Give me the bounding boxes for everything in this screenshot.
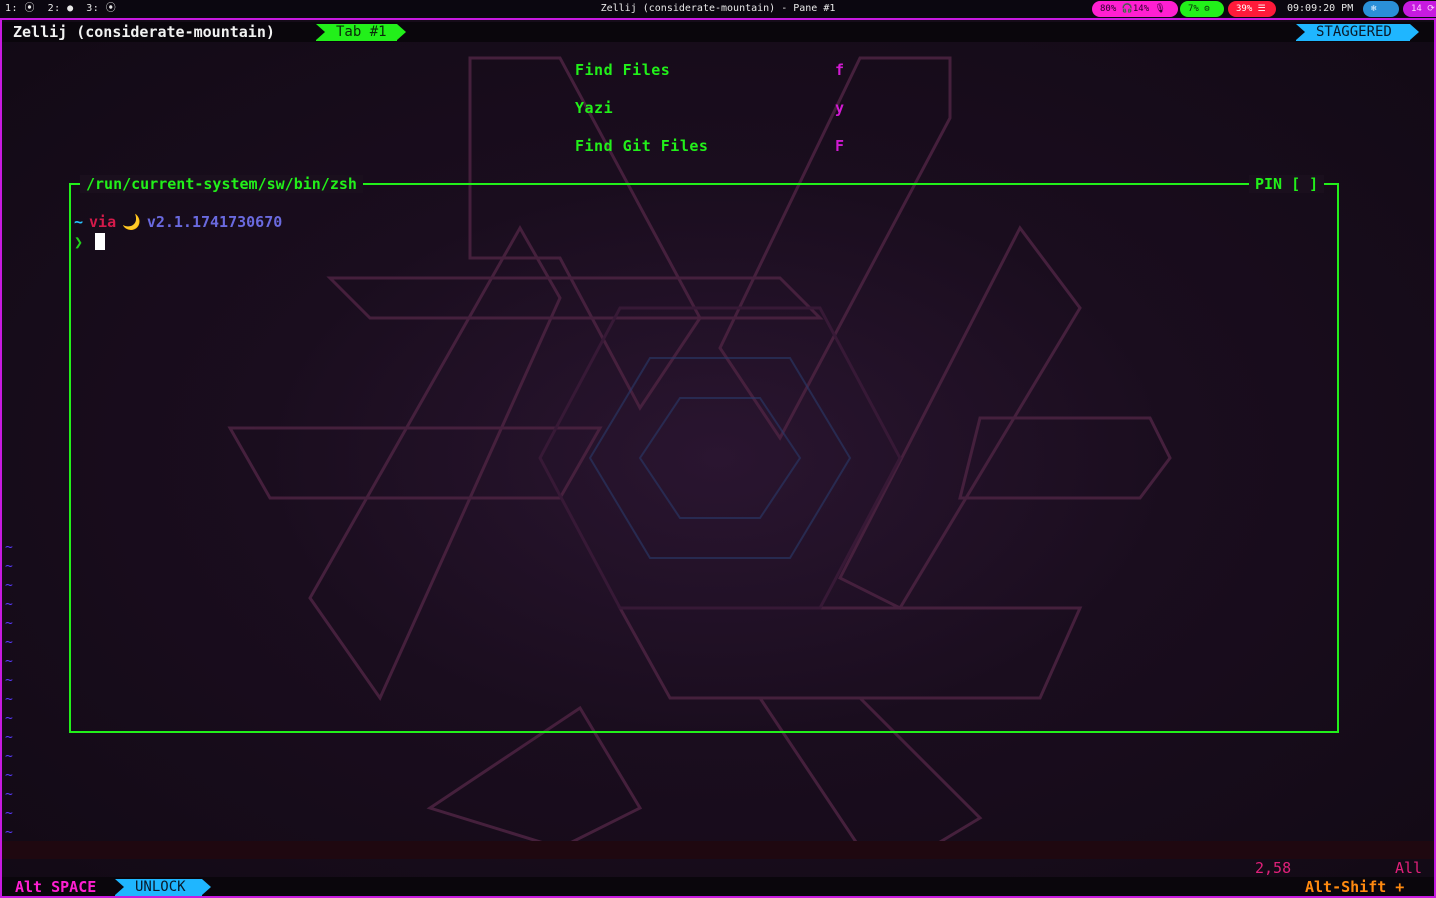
shell-prompt-line: ~ via 🌙 v2.1.1741730670 [74,212,282,232]
updates-status[interactable]: 14 ⟳ [1403,1,1436,17]
zellij-status-bar [2,877,1434,896]
system-topbar: 1: ⦿ 2: ● 3: ⦿ Zellij (considerate-mount… [0,0,1436,18]
menu-item-key: y [835,99,845,117]
menu-item-find-files[interactable]: Find Files f [575,60,855,98]
layout-mode-badge[interactable]: STAGGERED [1296,24,1419,41]
alt-shift-hint: Alt-Shift + [1305,878,1405,896]
menu-item-key: f [835,61,845,79]
editor-statusline [2,841,1434,859]
prompt-directory: ~ [74,213,84,231]
pin-toggle[interactable]: PIN [ ] [1249,175,1325,193]
menu-item-find-git-files[interactable]: Find Git Files F [575,136,855,174]
memory-status[interactable]: 39% ☰ [1228,1,1276,17]
menu-item-key: F [835,137,845,155]
launcher-menu: Find Files f Yazi y Find Git Files F [575,60,855,174]
nix-icon[interactable]: ❄ [1363,1,1399,17]
cpu-status[interactable]: 7% ⚙ [1180,1,1224,17]
audio-status[interactable]: 80% 🎧14% 🎙 [1092,1,1178,17]
scroll-indicator: All [1395,859,1423,877]
session-name: Zellij (considerate-mountain) [13,23,275,41]
prompt-via: via [89,213,117,231]
cursor-position: 2,58 [1255,859,1292,877]
menu-item-yazi[interactable]: Yazi y [575,98,855,136]
menu-item-label: Find Files [575,61,671,79]
menu-item-label: Yazi [575,99,614,117]
prompt-arrow: ❯ [74,233,84,251]
prompt-version: v2.1.1741730670 [146,213,283,231]
tab-1[interactable]: Tab #1 [316,24,406,41]
menu-item-label: Find Git Files [575,137,709,155]
pane-title: /run/current-system/sw/bin/zsh [80,175,363,193]
editor-empty-lines: ~ ~ ~ ~ ~ ~ ~ ~ ~ ~ ~ ~ ~ ~ ~ ~ [5,540,13,840]
clock[interactable]: 09:09:20 PM [1287,0,1353,18]
modifier-key-hint: Alt SPACE [15,878,97,896]
floating-pane[interactable] [69,183,1339,733]
unlock-mode-button[interactable]: UNLOCK [115,879,211,896]
text-cursor[interactable] [95,233,105,250]
moon-icon: 🌙 [122,213,141,231]
